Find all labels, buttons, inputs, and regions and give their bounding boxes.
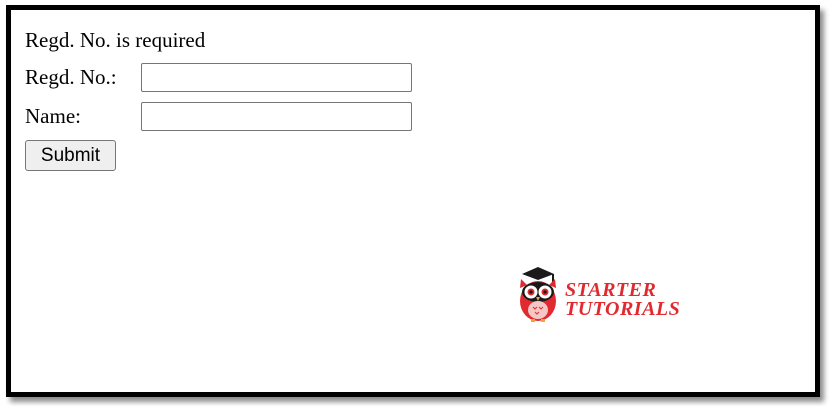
- name-row: Name:: [25, 100, 412, 132]
- logo-text-line2: TUTORIALS: [565, 298, 681, 320]
- starter-tutorials-logo: STARTER TUTORIALS: [516, 265, 716, 327]
- validation-error-message: Regd. No. is required: [25, 28, 206, 52]
- name-label: Name:: [25, 103, 81, 128]
- regd-no-input[interactable]: [141, 62, 412, 92]
- page-frame: Regd. No. is required Regd. No.: Name: S…: [6, 5, 820, 397]
- submit-button[interactable]: Submit: [25, 140, 116, 171]
- owl-icon: [520, 267, 556, 322]
- name-input[interactable]: [141, 101, 412, 131]
- regd-no-label: Regd. No.:: [25, 64, 117, 89]
- regd-no-row: Regd. No.:: [25, 61, 412, 93]
- logo-wordmark: STARTER TUTORIALS: [565, 280, 681, 320]
